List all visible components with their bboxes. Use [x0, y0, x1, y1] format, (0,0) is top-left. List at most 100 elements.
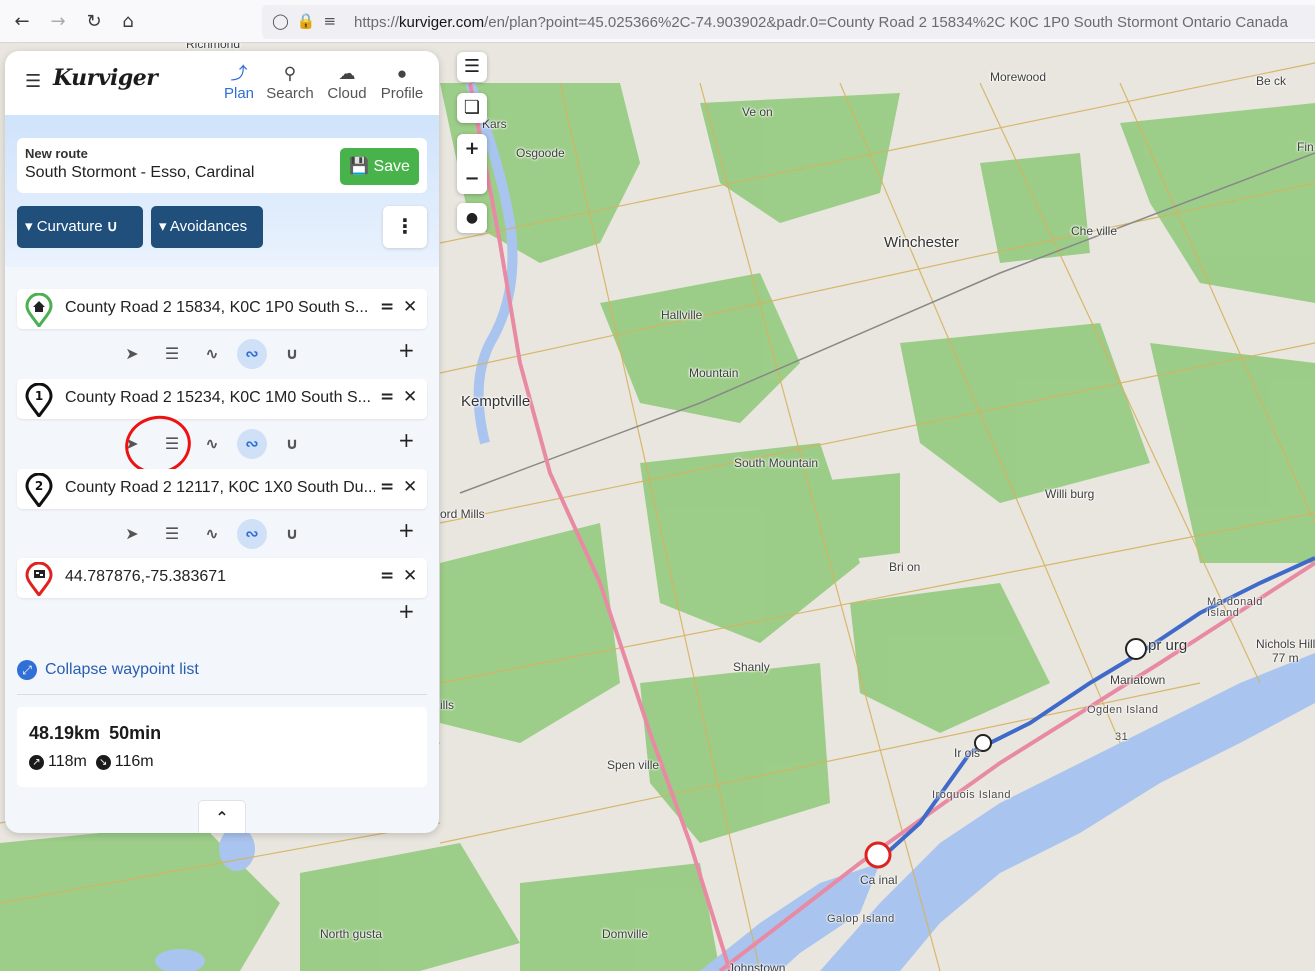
descent-icon: ↘	[95, 755, 111, 770]
curvature-label: Curvature	[36, 218, 103, 235]
drag-handle-icon[interactable]: =	[380, 297, 394, 317]
cloud-icon: ☁	[338, 64, 356, 83]
waypoint-1[interactable]: 1 County Road 2 15234, K0C 1M0 South S..…	[17, 379, 427, 419]
add-waypoint-button[interactable]: +	[398, 338, 415, 362]
fastest-icon[interactable]: ➤	[117, 519, 147, 549]
overlay-button[interactable]: ❏	[457, 93, 487, 123]
add-waypoint-button[interactable]: +	[398, 599, 415, 623]
save-button[interactable]: 💾 Save	[340, 148, 419, 185]
highway-icon[interactable]: ☰	[157, 519, 187, 549]
nav-profile[interactable]: ● Profile	[377, 63, 427, 102]
zoom-in-button[interactable]: +	[457, 134, 487, 164]
home-icon[interactable]: ⌂	[114, 8, 142, 36]
place-label: Richmond	[186, 43, 241, 51]
nav-plan[interactable]: ⤴ Plan	[222, 63, 256, 102]
descent-value: 116m	[114, 753, 154, 770]
place-label: Domville	[602, 927, 649, 941]
numbered-marker-icon: 2	[25, 473, 53, 507]
waypoint-finish[interactable]: 44.787876,-75.383671 = ✕	[17, 558, 427, 598]
waypoint-start[interactable]: County Road 2 15834, K0C 1P0 South S... …	[17, 289, 427, 329]
more-options-button[interactable]: ⋮	[383, 206, 427, 248]
place-label: Ve on	[742, 105, 773, 119]
waypoint-address[interactable]: County Road 2 12117, K0C 1X0 South Du...	[65, 479, 375, 497]
drag-handle-icon[interactable]: =	[380, 387, 394, 407]
layers-icon: ☰	[463, 56, 481, 77]
nav-cloud[interactable]: ☁ Cloud	[324, 63, 370, 102]
place-label: Hallville	[661, 308, 703, 322]
place-label: 77 m	[1272, 651, 1299, 665]
copy-icon: ❏	[463, 97, 481, 118]
place-label: Shanly	[733, 660, 770, 674]
locate-button[interactable]: ●	[457, 203, 487, 233]
segment-options: ➤ ☰ ∿ ∾ ∪ +	[17, 513, 427, 553]
collapse-waypoint-list-link[interactable]: ⤢ Collapse waypoint list	[17, 660, 199, 680]
nav-search[interactable]: ⚲ Search	[263, 63, 317, 102]
app-header: ☰ Kurviger ⤴ Plan ⚲ Search ☁ Cloud ● Pro…	[5, 51, 439, 115]
url-text[interactable]: https://kurviger.com/en/plan?point=45.02…	[354, 14, 1288, 31]
waypoint-2[interactable]: 2 County Road 2 12117, K0C 1X0 South Du.…	[17, 469, 427, 509]
close-icon[interactable]: ✕	[403, 297, 417, 317]
close-icon[interactable]: ✕	[403, 477, 417, 497]
collapse-label: Collapse waypoint list	[45, 661, 199, 678]
waypoint-address[interactable]: County Road 2 15234, K0C 1M0 South S...	[65, 389, 375, 407]
arrow-left-icon[interactable]: ←	[8, 8, 36, 36]
place-label: Mountain	[689, 366, 739, 380]
curvy-icon[interactable]: ∿	[197, 339, 227, 369]
avoidances-dropdown[interactable]: ▾ Avoidances	[151, 206, 263, 248]
route-summary: 48.19km 50min ↗ 118m ↘ 116m	[17, 707, 427, 787]
address-bar[interactable]: ◯🔒≡ https://kurviger.com/en/plan?point=4…	[262, 5, 1315, 39]
curvier-icon[interactable]: ∾	[237, 519, 267, 549]
place-label: North gusta	[320, 927, 383, 941]
duration-value: 50min	[109, 723, 162, 743]
numbered-marker-icon: 1	[25, 383, 53, 417]
append-row: +	[17, 594, 427, 634]
route-header: New route South Stormont - Esso, Cardina…	[5, 115, 439, 267]
curviest-icon[interactable]: ∪	[277, 339, 307, 369]
add-waypoint-button[interactable]: +	[398, 518, 415, 542]
divider	[17, 694, 427, 695]
place-label: ills	[440, 698, 454, 712]
reload-icon[interactable]: ↻	[80, 8, 108, 36]
save-label: Save	[373, 158, 410, 175]
profile-icon: ●	[396, 64, 408, 83]
drag-handle-icon[interactable]: =	[380, 477, 394, 497]
finish-flag-marker-icon	[25, 562, 53, 596]
zoom-control: + −	[457, 134, 487, 194]
place-label: Spen ville	[607, 758, 660, 772]
drag-handle-icon[interactable]: =	[380, 566, 394, 586]
hamburger-menu-icon[interactable]: ☰	[25, 71, 41, 92]
arrow-right-icon[interactable]: →	[44, 8, 72, 36]
place-label: Johnstown	[728, 961, 786, 971]
home-marker-icon	[25, 293, 53, 327]
zoom-out-button[interactable]: −	[457, 164, 487, 194]
distance-value: 48.19km	[29, 723, 101, 743]
summary-main: 48.19km 50min	[29, 723, 161, 744]
curvier-icon[interactable]: ∾	[237, 429, 267, 459]
curviest-icon[interactable]: ∪	[277, 429, 307, 459]
place-label: Morewood	[990, 70, 1047, 84]
marker-number: 1	[35, 389, 43, 403]
curvier-icon[interactable]: ∾	[237, 339, 267, 369]
search-icon: ⚲	[283, 64, 297, 83]
place-label: Nichols Hill	[1256, 637, 1315, 651]
close-icon[interactable]: ✕	[403, 566, 417, 586]
curvy-icon[interactable]: ∿	[197, 429, 227, 459]
ascent-value: 118m	[48, 753, 87, 770]
layers-button[interactable]: ☰	[457, 52, 487, 82]
curvature-dropdown[interactable]: ▾ Curvature ∪	[17, 206, 143, 248]
curviest-icon[interactable]: ∪	[277, 519, 307, 549]
route-name[interactable]: South Stormont - Esso, Cardinal	[25, 164, 254, 182]
waypoint-address[interactable]: 44.787876,-75.383671	[65, 568, 375, 586]
collapse-icon: ⤢	[17, 660, 37, 680]
collapse-panel-button[interactable]: ⌃	[198, 800, 246, 833]
waypoint-address[interactable]: County Road 2 15834, K0C 1P0 South S...	[65, 299, 375, 317]
fastest-icon[interactable]: ➤	[117, 339, 147, 369]
place-label: ord Mills	[440, 507, 485, 521]
highway-icon[interactable]: ☰	[157, 339, 187, 369]
curvy-icon[interactable]: ∿	[197, 519, 227, 549]
vertical-dots-icon: ⋮	[395, 214, 415, 238]
close-icon[interactable]: ✕	[403, 387, 417, 407]
save-icon: 💾	[349, 158, 369, 175]
app-logo[interactable]: Kurviger	[53, 65, 158, 91]
add-waypoint-button[interactable]: +	[398, 428, 415, 452]
